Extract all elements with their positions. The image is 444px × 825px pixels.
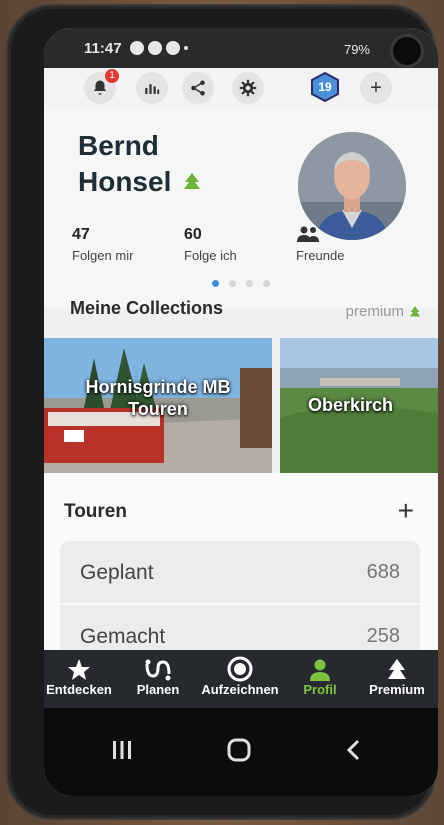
friends-label: Freunde xyxy=(296,248,345,263)
system-navigation-bar xyxy=(44,708,438,796)
collections-title: Meine Collections xyxy=(70,298,224,318)
statistics-button[interactable] xyxy=(136,72,168,104)
friends-stat[interactable]: Freunde xyxy=(296,226,408,263)
route-icon xyxy=(145,659,171,681)
tree-icon xyxy=(388,659,406,679)
top-toolbar: 1 19 + xyxy=(44,68,438,108)
phone-frame: 11:47 79% 1 19 + Bernd Honsel 47 Folgen … xyxy=(8,6,438,818)
nav-planen[interactable]: Planen xyxy=(128,656,188,697)
collections-carousel[interactable]: Hornisgrinde MB Touren Oberkirch xyxy=(44,338,438,473)
following-stat[interactable]: 60 Folge ich xyxy=(184,226,296,263)
share-icon xyxy=(191,80,205,96)
collection-title: Oberkirch xyxy=(308,395,394,415)
tour-row-count: 688 xyxy=(366,561,400,583)
level-number: 19 xyxy=(318,80,332,94)
nav-entdecken[interactable]: Entdecken xyxy=(46,656,112,697)
last-name: Honsel xyxy=(78,166,172,197)
first-name: Bernd xyxy=(78,130,159,161)
tour-row-label: Geplant xyxy=(80,561,154,584)
collection-card[interactable]: Hornisgrinde MB Touren xyxy=(44,338,272,473)
page-dot xyxy=(246,280,253,287)
nav-label: Entdecken xyxy=(46,682,112,697)
page-dot xyxy=(263,280,270,287)
sync-icon xyxy=(166,41,180,55)
friends-icon xyxy=(297,226,319,242)
notification-count-badge: 1 xyxy=(105,69,119,83)
status-notification-icons xyxy=(130,41,188,55)
touren-section: Touren + Geplant 688 Gemacht 258 xyxy=(44,473,438,673)
profile-header: Bernd Honsel 47 Folgen mir 60 Folge ich … xyxy=(44,108,438,308)
status-bar: 11:47 79% xyxy=(44,28,438,68)
profile-stats: 47 Folgen mir 60 Folge ich Freunde xyxy=(72,226,408,263)
premium-text: premium xyxy=(345,303,404,320)
notifications-button[interactable]: 1 xyxy=(84,69,119,104)
add-tour-button[interactable]: + xyxy=(398,495,414,527)
share-button[interactable] xyxy=(182,72,214,104)
settings-button[interactable] xyxy=(232,72,264,104)
profile-name: Bernd Honsel xyxy=(78,128,203,200)
avatar-photo xyxy=(298,132,406,240)
record-icon xyxy=(227,656,253,682)
plus-icon: + xyxy=(397,495,414,526)
following-label: Folge ich xyxy=(184,248,237,263)
collection-card[interactable]: Oberkirch xyxy=(280,338,438,473)
touren-title: Touren xyxy=(64,501,127,522)
battery-level: 79% xyxy=(343,42,370,57)
person-icon xyxy=(310,659,330,681)
tour-row-planned[interactable]: Geplant 688 xyxy=(60,541,420,603)
followers-stat[interactable]: 47 Folgen mir xyxy=(72,226,184,263)
collection-title: Hornisgrinde MB Touren xyxy=(85,377,231,419)
gear-icon xyxy=(239,79,257,97)
premium-tree-icon xyxy=(409,305,421,316)
nav-aufzeichnen[interactable]: Aufzeichnen xyxy=(194,656,286,697)
nav-label: Profil xyxy=(303,682,337,697)
page-indicator xyxy=(212,280,270,287)
front-camera xyxy=(390,34,424,68)
recent-apps-icon[interactable] xyxy=(110,738,134,762)
friends-icon-wrap xyxy=(296,226,408,246)
add-button[interactable]: + xyxy=(360,72,392,104)
home-icon[interactable] xyxy=(226,738,252,762)
status-time: 11:47 xyxy=(84,40,122,57)
more-dot-icon xyxy=(184,46,188,50)
back-icon[interactable] xyxy=(344,738,364,762)
bell-icon xyxy=(94,80,106,95)
premium-label[interactable]: premium xyxy=(346,303,422,320)
followers-label: Folgen mir xyxy=(72,248,134,263)
page-dot-active xyxy=(212,280,219,287)
premium-tree-icon xyxy=(184,173,201,189)
nav-profil[interactable]: Profil xyxy=(294,656,346,697)
whatsapp-icon xyxy=(130,41,144,55)
sync-icon xyxy=(148,41,162,55)
nav-premium[interactable]: Premium xyxy=(360,656,434,697)
nav-label: Aufzeichnen xyxy=(201,682,279,697)
level-badge[interactable]: 19 xyxy=(310,71,340,103)
page-dot xyxy=(229,280,236,287)
bottom-navigation: Entdecken Planen Aufzeichnen Profil Prem… xyxy=(44,650,438,708)
nav-label: Planen xyxy=(136,682,180,697)
followers-count: 47 xyxy=(72,226,90,243)
nav-label: Premium xyxy=(369,682,425,697)
following-count: 60 xyxy=(184,226,202,243)
avatar[interactable] xyxy=(298,132,406,240)
star-icon xyxy=(68,659,90,680)
bar-chart-icon xyxy=(145,84,160,94)
tour-row-label: Gemacht xyxy=(80,625,166,648)
phone-screen: 11:47 79% 1 19 + Bernd Honsel 47 Folgen … xyxy=(44,28,438,796)
tour-row-count: 258 xyxy=(366,625,400,647)
plus-icon: + xyxy=(370,77,382,99)
